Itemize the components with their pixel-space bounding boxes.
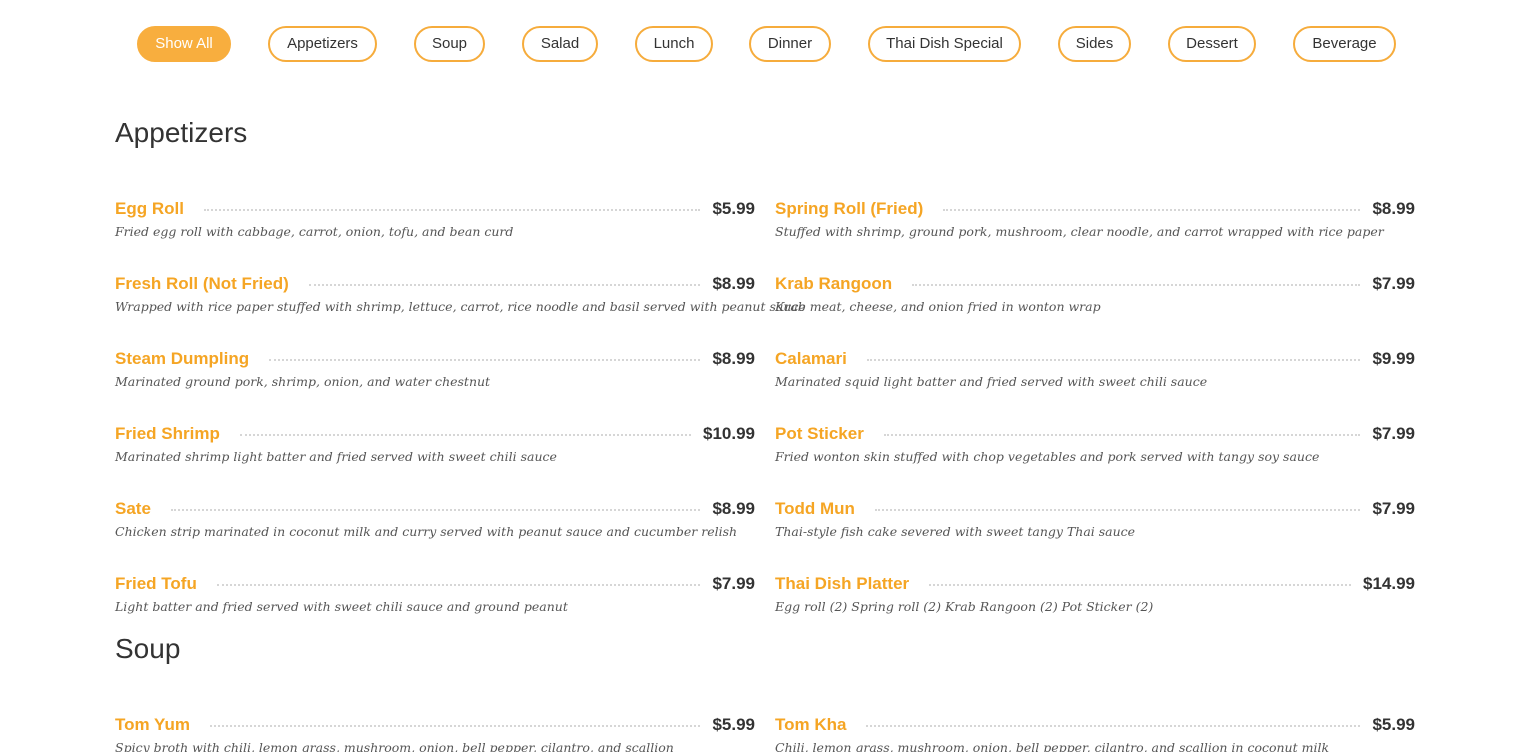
- item-name: Tom Yum: [115, 715, 190, 734]
- item-price: $8.99: [712, 349, 755, 368]
- item-name: Sate: [115, 499, 151, 518]
- dotted-leader: [874, 509, 1361, 511]
- item-price: $5.99: [712, 715, 755, 734]
- filter-show-all[interactable]: Show All: [137, 26, 231, 62]
- item-name: Fried Shrimp: [115, 424, 220, 443]
- menu-item: Krab Rangoon $7.99 Krab meat, cheese, an…: [775, 273, 1415, 323]
- item-price: $7.99: [712, 574, 755, 593]
- item-name: Fresh Roll (Not Fried): [115, 274, 289, 293]
- menu-item: Thai Dish Platter $14.99 Egg roll (2) Sp…: [775, 573, 1415, 623]
- item-description: Chili, lemon grass, mushroom, onion, bel…: [775, 740, 1330, 752]
- item-description: Thai-style fish cake severed with sweet …: [775, 524, 1136, 539]
- item-description: Fried wonton skin stuffed with chop vege…: [775, 449, 1320, 464]
- dotted-leader: [943, 209, 1361, 211]
- item-description: Wrapped with rice paper stuffed with shr…: [115, 299, 806, 314]
- filter-salad[interactable]: Salad: [522, 26, 598, 62]
- item-description: Stuffed with shrimp, ground pork, mushro…: [775, 224, 1384, 239]
- dotted-leader: [308, 284, 701, 286]
- item-name: Pot Sticker: [775, 424, 864, 443]
- menu-item: Todd Mun $7.99 Thai-style fish cake seve…: [775, 498, 1415, 548]
- filter-soup[interactable]: Soup: [414, 26, 485, 62]
- item-name: Tom Kha: [775, 715, 847, 734]
- item-name: Steam Dumpling: [115, 349, 250, 368]
- dotted-leader: [209, 725, 701, 727]
- filter-dessert[interactable]: Dessert: [1168, 26, 1256, 62]
- item-description: Spicy broth with chili, lemon grass, mus…: [115, 740, 674, 752]
- filter-dinner[interactable]: Dinner: [749, 26, 831, 62]
- dotted-leader: [203, 209, 701, 211]
- menu-item: Fresh Roll (Not Fried) $8.99 Wrapped wit…: [115, 273, 806, 323]
- item-description: Krab meat, cheese, and onion fried in wo…: [775, 299, 1101, 314]
- menu-item: Sate $8.99 Chicken strip marinated in co…: [115, 498, 755, 548]
- menu-item: Calamari $9.99 Marinated squid light bat…: [775, 348, 1415, 398]
- item-price: $7.99: [1372, 499, 1415, 518]
- category-filter-bar: Show All Appetizers Soup Salad Lunch Din…: [0, 26, 1530, 62]
- menu-item: Spring Roll (Fried) $8.99 Stuffed with s…: [775, 198, 1415, 248]
- item-name: Spring Roll (Fried): [775, 199, 924, 218]
- item-name: Fried Tofu: [115, 574, 197, 593]
- item-price: $9.99: [1372, 349, 1415, 368]
- filter-lunch[interactable]: Lunch: [635, 26, 713, 62]
- section-title-soup: Soup: [115, 633, 181, 664]
- item-description: Egg roll (2) Spring roll (2) Krab Rangoo…: [775, 599, 1154, 614]
- dotted-leader: [912, 284, 1361, 286]
- item-description: Marinated ground pork, shrimp, onion, an…: [115, 374, 491, 389]
- dotted-leader: [269, 359, 701, 361]
- menu-item: Fried Shrimp $10.99 Marinated shrimp lig…: [115, 423, 755, 473]
- dotted-leader: [216, 584, 701, 586]
- item-name: Krab Rangoon: [775, 274, 893, 293]
- item-description: Marinated squid light batter and fried s…: [775, 374, 1208, 389]
- item-description: Chicken strip marinated in coconut milk …: [115, 524, 738, 539]
- item-price: $5.99: [712, 199, 755, 218]
- item-description: Marinated shrimp light batter and fried …: [115, 449, 557, 464]
- menu-item: Steam Dumpling $8.99 Marinated ground po…: [115, 348, 755, 398]
- dotted-leader: [170, 509, 701, 511]
- item-price: $8.99: [712, 274, 755, 293]
- item-name: Egg Roll: [115, 199, 184, 218]
- item-price: $5.99: [1372, 715, 1415, 734]
- filter-beverage[interactable]: Beverage: [1293, 26, 1396, 62]
- dotted-leader: [239, 434, 691, 436]
- dotted-leader: [929, 584, 1351, 586]
- item-price: $8.99: [1372, 199, 1415, 218]
- item-price: $8.99: [712, 499, 755, 518]
- dotted-leader: [866, 725, 1361, 727]
- menu-item: Fried Tofu $7.99 Light batter and fried …: [115, 573, 755, 623]
- item-price: $10.99: [703, 424, 755, 443]
- item-name: Todd Mun: [775, 499, 855, 518]
- filter-appetizers[interactable]: Appetizers: [268, 26, 377, 62]
- item-name: Thai Dish Platter: [775, 574, 910, 593]
- item-description: Fried egg roll with cabbage, carrot, oni…: [115, 224, 514, 239]
- item-price: $7.99: [1372, 424, 1415, 443]
- section-title-appetizers: Appetizers: [115, 117, 248, 148]
- menu-page: Show All Appetizers Soup Salad Lunch Din…: [0, 0, 1530, 752]
- menu-item: Pot Sticker $7.99 Fried wonton skin stuf…: [775, 423, 1415, 473]
- dotted-leader: [866, 359, 1361, 361]
- item-name: Calamari: [775, 349, 847, 368]
- menu-item: Tom Kha $5.99 Chili, lemon grass, mushro…: [775, 714, 1415, 752]
- filter-thai-dish-special[interactable]: Thai Dish Special: [868, 26, 1021, 62]
- menu-item: Tom Yum $5.99 Spicy broth with chili, le…: [115, 714, 755, 752]
- menu-item: Egg Roll $5.99 Fried egg roll with cabba…: [115, 198, 755, 248]
- item-price: $14.99: [1363, 574, 1415, 593]
- filter-sides[interactable]: Sides: [1058, 26, 1131, 62]
- item-description: Light batter and fried served with sweet…: [115, 599, 568, 614]
- item-price: $7.99: [1372, 274, 1415, 293]
- dotted-leader: [883, 434, 1361, 436]
